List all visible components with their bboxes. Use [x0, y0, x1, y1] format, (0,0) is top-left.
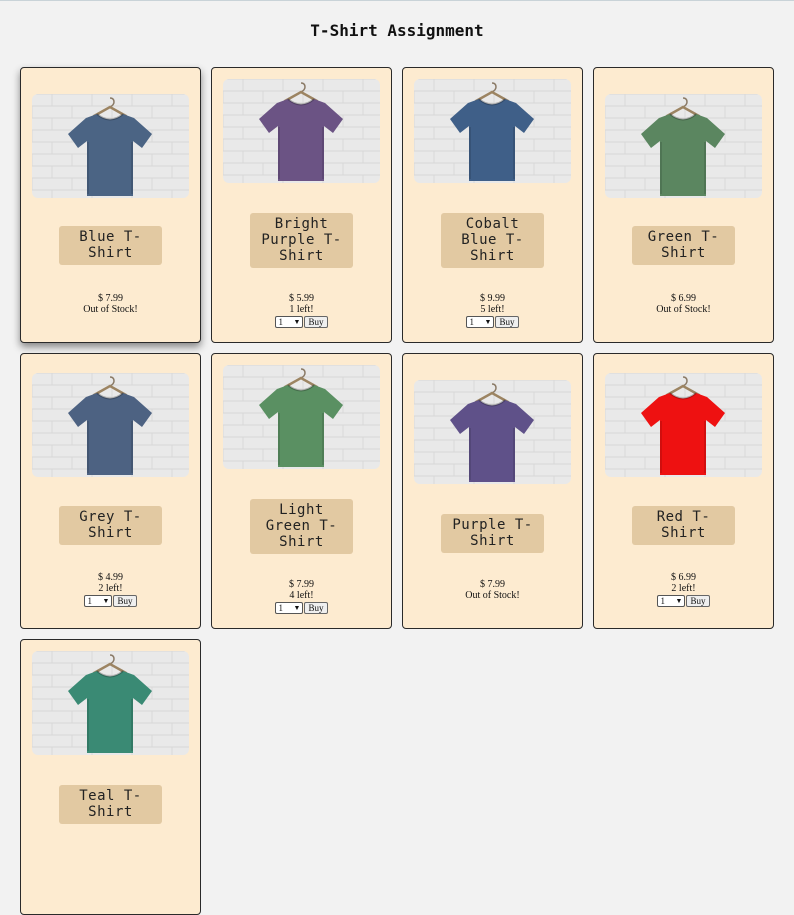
- stock-status: Out of Stock!: [656, 304, 711, 315]
- product-name[interactable]: Teal T-Shirt: [59, 785, 162, 824]
- stock-status: Out of Stock!: [83, 304, 138, 315]
- product-image: [32, 94, 189, 198]
- product-card: Green T-Shirt $ 6.99 Out of Stock!: [593, 67, 774, 343]
- quantity-value: 1: [278, 603, 283, 613]
- buy-button[interactable]: Buy: [113, 595, 137, 607]
- product-image: [32, 651, 189, 755]
- quantity-select[interactable]: 1 ▼: [84, 595, 113, 607]
- product-card: Light Green T-Shirt $ 7.99 4 left! 1 ▼ Buy: [211, 353, 392, 629]
- product-price: $ 7.99: [289, 579, 314, 590]
- product-card: Bright Purple T-Shirt $ 5.99 1 left! 1 ▼ Buy: [211, 67, 392, 343]
- product-image: [32, 373, 189, 477]
- tshirt-image: [32, 373, 189, 477]
- tshirt-image: [32, 94, 189, 198]
- product-card: Red T-Shirt $ 6.99 2 left! 1 ▼ Buy: [593, 353, 774, 629]
- buy-controls: 1 ▼ Buy: [212, 316, 391, 328]
- product-image: [223, 365, 380, 469]
- buy-button[interactable]: Buy: [495, 316, 519, 328]
- stock-status: Out of Stock!: [465, 590, 520, 601]
- buy-controls: 1 ▼ Buy: [594, 595, 773, 607]
- tshirt-image: [223, 365, 380, 469]
- tshirt-image: [605, 94, 762, 198]
- quantity-value: 1: [87, 596, 92, 606]
- product-image: [605, 94, 762, 198]
- product-price: $ 4.99: [98, 572, 123, 583]
- product-info: $ 4.99 2 left! 1 ▼ Buy: [21, 572, 200, 607]
- product-price: $ 6.99: [671, 293, 696, 304]
- product-name[interactable]: Bright Purple T-Shirt: [250, 213, 353, 268]
- product-card: Blue T-Shirt $ 7.99 Out of Stock!: [20, 67, 201, 343]
- tshirt-image: [414, 380, 571, 484]
- buy-controls: 1 ▼ Buy: [21, 595, 200, 607]
- tshirt-image: [32, 651, 189, 755]
- product-card: Teal T-Shirt: [20, 639, 201, 915]
- product-image: [414, 79, 571, 183]
- quantity-select[interactable]: 1 ▼: [275, 602, 304, 614]
- quantity-value: 1: [469, 317, 474, 327]
- product-name[interactable]: Grey T-Shirt: [59, 506, 162, 545]
- product-info: $ 7.99 Out of Stock!: [403, 579, 582, 601]
- chevron-down-icon: ▼: [484, 318, 492, 326]
- buy-controls: 1 ▼ Buy: [212, 602, 391, 614]
- chevron-down-icon: ▼: [293, 318, 301, 326]
- product-name[interactable]: Purple T-Shirt: [441, 514, 544, 553]
- page-title: T-Shirt Assignment: [310, 21, 484, 40]
- tshirt-image: [605, 373, 762, 477]
- product-card: Purple T-Shirt $ 7.99 Out of Stock!: [402, 353, 583, 629]
- product-info: $ 6.99 Out of Stock!: [594, 293, 773, 315]
- product-image: [414, 380, 571, 484]
- stock-status: 2 left!: [671, 583, 696, 594]
- stock-status: 1 left!: [289, 304, 314, 315]
- buy-button[interactable]: Buy: [304, 316, 328, 328]
- product-price: $ 9.99: [480, 293, 505, 304]
- product-price: $ 5.99: [289, 293, 314, 304]
- stock-status: 2 left!: [98, 583, 123, 594]
- product-name[interactable]: Light Green T-Shirt: [250, 499, 353, 554]
- quantity-select[interactable]: 1 ▼: [466, 316, 495, 328]
- product-name[interactable]: Cobalt Blue T-Shirt: [441, 213, 544, 268]
- product-info: $ 7.99 Out of Stock!: [21, 293, 200, 315]
- buy-button[interactable]: Buy: [304, 602, 328, 614]
- stock-status: 5 left!: [480, 304, 505, 315]
- chevron-down-icon: ▼: [675, 597, 683, 605]
- product-card: Grey T-Shirt $ 4.99 2 left! 1 ▼ Buy: [20, 353, 201, 629]
- tshirt-image: [223, 79, 380, 183]
- buy-controls: 1 ▼ Buy: [403, 316, 582, 328]
- buy-button[interactable]: Buy: [686, 595, 710, 607]
- product-name[interactable]: Blue T-Shirt: [59, 226, 162, 265]
- product-price: $ 7.99: [480, 579, 505, 590]
- quantity-value: 1: [660, 596, 665, 606]
- product-info: $ 7.99 4 left! 1 ▼ Buy: [212, 579, 391, 614]
- product-image: [605, 373, 762, 477]
- quantity-value: 1: [278, 317, 283, 327]
- product-info: $ 9.99 5 left! 1 ▼ Buy: [403, 293, 582, 328]
- product-price: $ 7.99: [98, 293, 123, 304]
- product-card: Cobalt Blue T-Shirt $ 9.99 5 left! 1 ▼ Buy: [402, 67, 583, 343]
- quantity-select[interactable]: 1 ▼: [275, 316, 304, 328]
- product-name[interactable]: Red T-Shirt: [632, 506, 735, 545]
- quantity-select[interactable]: 1 ▼: [657, 595, 686, 607]
- chevron-down-icon: ▼: [293, 604, 301, 612]
- product-price: $ 6.99: [671, 572, 696, 583]
- stock-status: 4 left!: [289, 590, 314, 601]
- tshirt-image: [414, 79, 571, 183]
- product-name[interactable]: Green T-Shirt: [632, 226, 735, 265]
- product-info: $ 6.99 2 left! 1 ▼ Buy: [594, 572, 773, 607]
- chevron-down-icon: ▼: [102, 597, 110, 605]
- product-info: $ 5.99 1 left! 1 ▼ Buy: [212, 293, 391, 328]
- product-image: [223, 79, 380, 183]
